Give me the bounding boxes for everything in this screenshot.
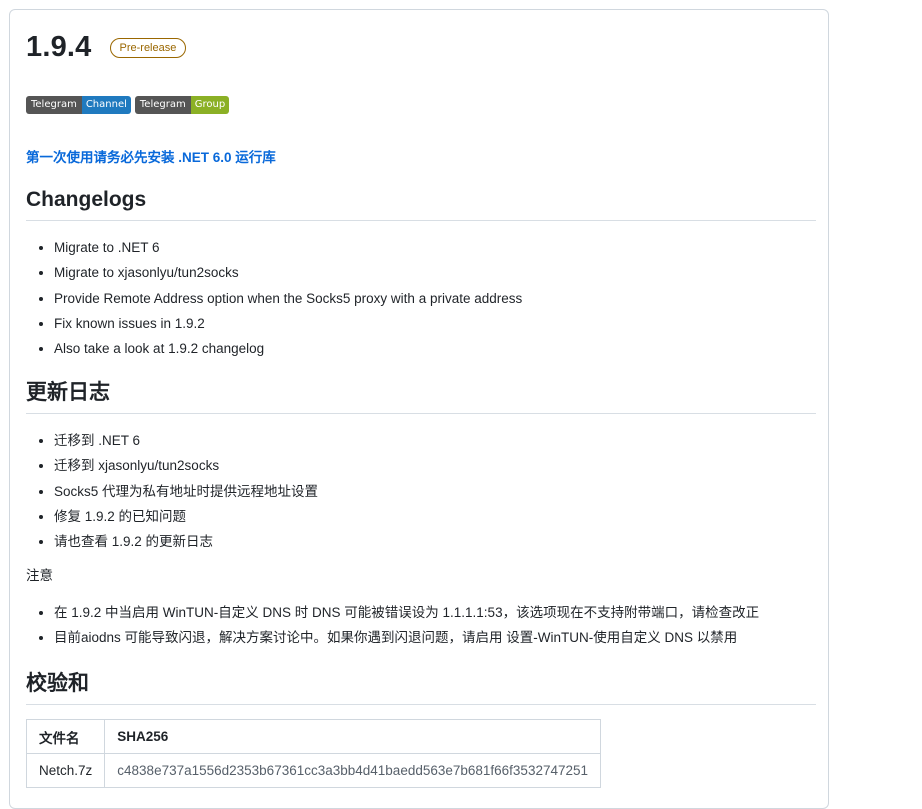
notes-list: 在 1.9.2 中当启用 WinTUN-自定义 DNS 时 DNS 可能被错误设… bbox=[26, 600, 759, 651]
social-badges: Telegram Channel Telegram Group bbox=[26, 96, 230, 114]
badge-value: Group bbox=[190, 96, 230, 114]
list-item: 迁移到 xjasonlyu/tun2socks bbox=[54, 453, 318, 478]
list-item: Migrate to xjasonlyu/tun2socks bbox=[54, 260, 522, 285]
list-item: 目前aiodns 可能导致闪退，解决方案讨论中。如果你遇到闪退问题，请启用 设置… bbox=[54, 625, 759, 650]
changelog-zh-list: 迁移到 .NET 6 迁移到 xjasonlyu/tun2socks Socks… bbox=[26, 428, 318, 554]
list-item: 修复 1.9.2 的已知问题 bbox=[54, 504, 318, 529]
changelog-zh-heading: 更新日志 bbox=[26, 379, 816, 414]
list-item: Provide Remote Address option when the S… bbox=[54, 286, 522, 311]
list-item: 迁移到 .NET 6 bbox=[54, 428, 318, 453]
badge-value: Channel bbox=[81, 96, 131, 114]
table-header-row: 文件名 SHA256 bbox=[25, 719, 602, 754]
telegram-channel-badge[interactable]: Telegram Channel bbox=[26, 96, 131, 114]
prerelease-badge: Pre-release bbox=[109, 38, 187, 58]
dotnet-runtime-link[interactable]: 第一次使用请务必先安装 .NET 6.0 运行库 bbox=[26, 146, 276, 166]
changelog-en-heading: Changelogs bbox=[26, 186, 816, 221]
list-item: 请也查看 1.9.2 的更新日志 bbox=[54, 529, 318, 554]
badge-label: Telegram bbox=[134, 96, 191, 114]
checksum-heading: 校验和 bbox=[26, 670, 816, 705]
release-title[interactable]: 1.9.4 bbox=[26, 30, 92, 64]
filename-cell: Netch.7z bbox=[25, 753, 106, 788]
telegram-group-badge[interactable]: Telegram Group bbox=[134, 96, 230, 114]
table-row: Netch.7z c4838e737a1556d2353b67361cc3a3b… bbox=[25, 753, 602, 788]
release-header: 1.9.4 Pre-release bbox=[26, 30, 187, 64]
checksum-table: 文件名 SHA256 Netch.7z c4838e737a1556d2353b… bbox=[25, 719, 602, 788]
notes-label: 注意 bbox=[26, 568, 53, 583]
list-item: 在 1.9.2 中当启用 WinTUN-自定义 DNS 时 DNS 可能被错误设… bbox=[54, 600, 759, 625]
list-item: Also take a look at 1.9.2 changelog bbox=[54, 336, 522, 361]
changelog-en-list: Migrate to .NET 6 Migrate to xjasonlyu/t… bbox=[26, 235, 522, 361]
column-header-filename: 文件名 bbox=[25, 719, 106, 754]
sha256-cell: c4838e737a1556d2353b67361cc3a3bb4d41baed… bbox=[104, 753, 602, 788]
list-item: Fix known issues in 1.9.2 bbox=[54, 311, 522, 336]
list-item: Socks5 代理为私有地址时提供远程地址设置 bbox=[54, 479, 318, 504]
column-header-sha256: SHA256 bbox=[104, 719, 602, 754]
list-item: Migrate to .NET 6 bbox=[54, 235, 522, 260]
badge-label: Telegram bbox=[26, 96, 82, 114]
release-card: 1.9.4 Pre-release Telegram Channel Teleg… bbox=[9, 9, 829, 809]
